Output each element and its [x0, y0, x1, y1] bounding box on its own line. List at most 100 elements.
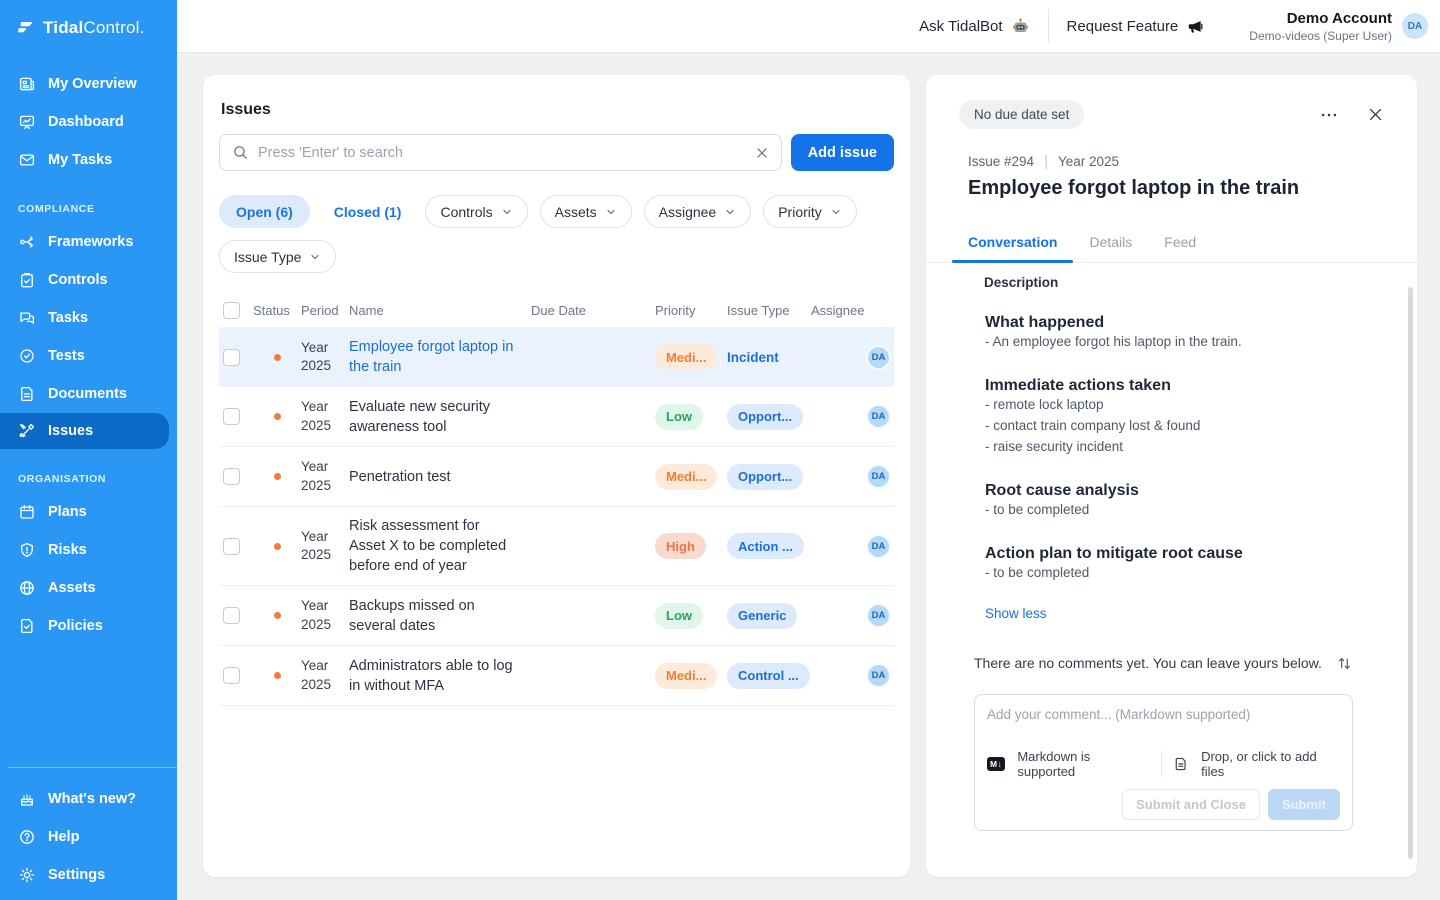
section-heading: Action plan to mitigate root cause [985, 545, 1353, 563]
show-less-link[interactable]: Show less [985, 606, 1047, 621]
sidebar-item-my-overview[interactable]: My Overview [0, 65, 177, 103]
sidebar-item-label: Assets [48, 580, 96, 596]
column-due-date: Due Date [531, 303, 655, 318]
tab-details[interactable]: Details [1073, 224, 1148, 262]
comment-composer[interactable]: Add your comment... (Markdown supported)… [974, 694, 1353, 831]
table-row[interactable]: Year 2025 Risk assessment for Asset X to… [219, 507, 894, 586]
filter-bar: Open (6) Closed (1) Controls Assets Assi… [219, 195, 894, 273]
table-row[interactable]: Year 2025 Employee forgot laptop in the … [219, 327, 894, 387]
column-issue-type: Issue Type [727, 303, 811, 318]
assignee-avatar[interactable]: DA [866, 464, 891, 489]
megaphone-icon [1186, 17, 1205, 36]
filter-open[interactable]: Open (6) [219, 195, 310, 228]
sidebar-item-tests[interactable]: Tests [0, 337, 177, 375]
submit-button[interactable]: Submit [1268, 789, 1340, 820]
close-panel-button[interactable] [1363, 103, 1387, 127]
ask-tidalbot-button[interactable]: Ask TidalBot [901, 17, 1047, 36]
priority-badge: Low [655, 603, 703, 629]
sidebar-item-dashboard[interactable]: Dashboard [0, 103, 177, 141]
tab-conversation[interactable]: Conversation [952, 224, 1073, 262]
sidebar-item-my-tasks[interactable]: My Tasks [0, 141, 177, 179]
table-row[interactable]: Year 2025 Backups missed on several date… [219, 586, 894, 646]
app-logo[interactable]: TidalControl. [0, 0, 177, 53]
section-line: - raise security incident [985, 437, 1353, 458]
row-checkbox[interactable] [223, 607, 240, 624]
table-header: Status Period Name Due Date Priority Iss… [219, 293, 894, 327]
filter-priority-dropdown[interactable]: Priority [763, 195, 857, 228]
filter-issue-type-dropdown[interactable]: Issue Type [219, 240, 336, 273]
cake-icon [18, 790, 36, 808]
clear-search-icon[interactable] [755, 146, 769, 160]
filter-assignee-dropdown[interactable]: Assignee [644, 195, 752, 228]
conversation-scrollbar[interactable] [1408, 287, 1413, 859]
assignee-avatar[interactable]: DA [866, 345, 891, 370]
filter-assets-dropdown[interactable]: Assets [540, 195, 632, 228]
column-priority: Priority [655, 303, 727, 318]
assignee-avatar[interactable]: DA [866, 663, 891, 688]
row-checkbox[interactable] [223, 538, 240, 555]
issue-name-link[interactable]: Risk assessment for Asset X to be comple… [349, 516, 531, 576]
account-avatar[interactable]: DA [1402, 13, 1428, 39]
drop-files-hint[interactable]: Drop, or click to add files [1201, 749, 1340, 779]
document-icon [18, 385, 36, 403]
table-row[interactable]: Year 2025 Penetration test Medi... Oppor… [219, 447, 894, 507]
table-row[interactable]: Year 2025 Administrators able to log in … [219, 646, 894, 706]
issue-number: Issue #294 [968, 154, 1034, 169]
sidebar-item-label: Dashboard [48, 114, 124, 130]
description-section: What happened - An employee forgot his l… [985, 314, 1353, 353]
assignee-avatar[interactable]: DA [866, 534, 891, 559]
row-checkbox[interactable] [223, 667, 240, 684]
row-checkbox[interactable] [223, 408, 240, 425]
priority-badge: Medi... [655, 464, 717, 490]
issue-name-link[interactable]: Penetration test [349, 467, 531, 487]
sidebar-item-label: My Overview [48, 76, 137, 92]
row-checkbox[interactable] [223, 468, 240, 485]
issue-name-link[interactable]: Evaluate new security awareness tool [349, 397, 531, 437]
table-row[interactable]: Year 2025 Evaluate new security awarenes… [219, 387, 894, 447]
account-menu[interactable]: Demo Account Demo-videos (Super User) DA [1249, 10, 1428, 43]
search-input[interactable] [258, 145, 746, 161]
filter-closed[interactable]: Closed (1) [322, 195, 414, 228]
sidebar-item-plans[interactable]: Plans [0, 493, 177, 531]
submit-and-close-button[interactable]: Submit and Close [1122, 789, 1260, 820]
sidebar-item-issues[interactable]: Issues [0, 413, 169, 449]
sidebar-item-controls[interactable]: Controls [0, 261, 177, 299]
account-subtitle: Demo-videos (Super User) [1249, 29, 1392, 43]
issue-name-link[interactable]: Employee forgot laptop in the train [349, 337, 531, 377]
mail-icon [18, 151, 36, 169]
sidebar-item-label: What's new? [48, 791, 136, 807]
content-area: Issues Add issue Open (6) Closed (1) Con… [177, 53, 1440, 900]
sidebar-item-policies[interactable]: Policies [0, 607, 177, 645]
select-all-checkbox[interactable] [223, 302, 240, 319]
issue-name-link[interactable]: Backups missed on several dates [349, 596, 531, 636]
search-box[interactable] [219, 134, 782, 171]
add-issue-button[interactable]: Add issue [791, 134, 894, 171]
sidebar-item-documents[interactable]: Documents [0, 375, 177, 413]
issues-list-panel: Issues Add issue Open (6) Closed (1) Con… [203, 75, 910, 877]
sidebar-item-whats-new[interactable]: What's new? [0, 780, 177, 818]
description-section: Immediate actions taken - remote lock la… [985, 377, 1353, 458]
sidebar-item-risks[interactable]: Risks [0, 531, 177, 569]
request-feature-button[interactable]: Request Feature [1049, 17, 1224, 36]
sidebar-item-frameworks[interactable]: Frameworks [0, 223, 177, 261]
tab-feed[interactable]: Feed [1148, 224, 1212, 262]
more-options-button[interactable] [1317, 103, 1341, 127]
page-title: Issues [219, 101, 894, 119]
sidebar-item-assets[interactable]: Assets [0, 569, 177, 607]
filter-controls-dropdown[interactable]: Controls [425, 195, 527, 228]
comment-input[interactable]: Add your comment... (Markdown supported) [987, 707, 1340, 749]
assignee-avatar[interactable]: DA [866, 404, 891, 429]
sort-comments-icon[interactable] [1336, 655, 1353, 672]
description-label: Description [984, 275, 1353, 290]
column-period: Period [301, 303, 349, 318]
row-checkbox[interactable] [223, 349, 240, 366]
sidebar-item-settings[interactable]: Settings [0, 856, 177, 894]
issue-name-link[interactable]: Administrators able to log in without MF… [349, 656, 531, 696]
column-name: Name [349, 303, 531, 318]
chevron-down-icon [605, 206, 617, 218]
clipboard-check-icon [18, 271, 36, 289]
sidebar-item-tasks[interactable]: Tasks [0, 299, 177, 337]
assignee-avatar[interactable]: DA [866, 603, 891, 628]
sidebar-item-help[interactable]: Help [0, 818, 177, 856]
globe-icon [18, 579, 36, 597]
